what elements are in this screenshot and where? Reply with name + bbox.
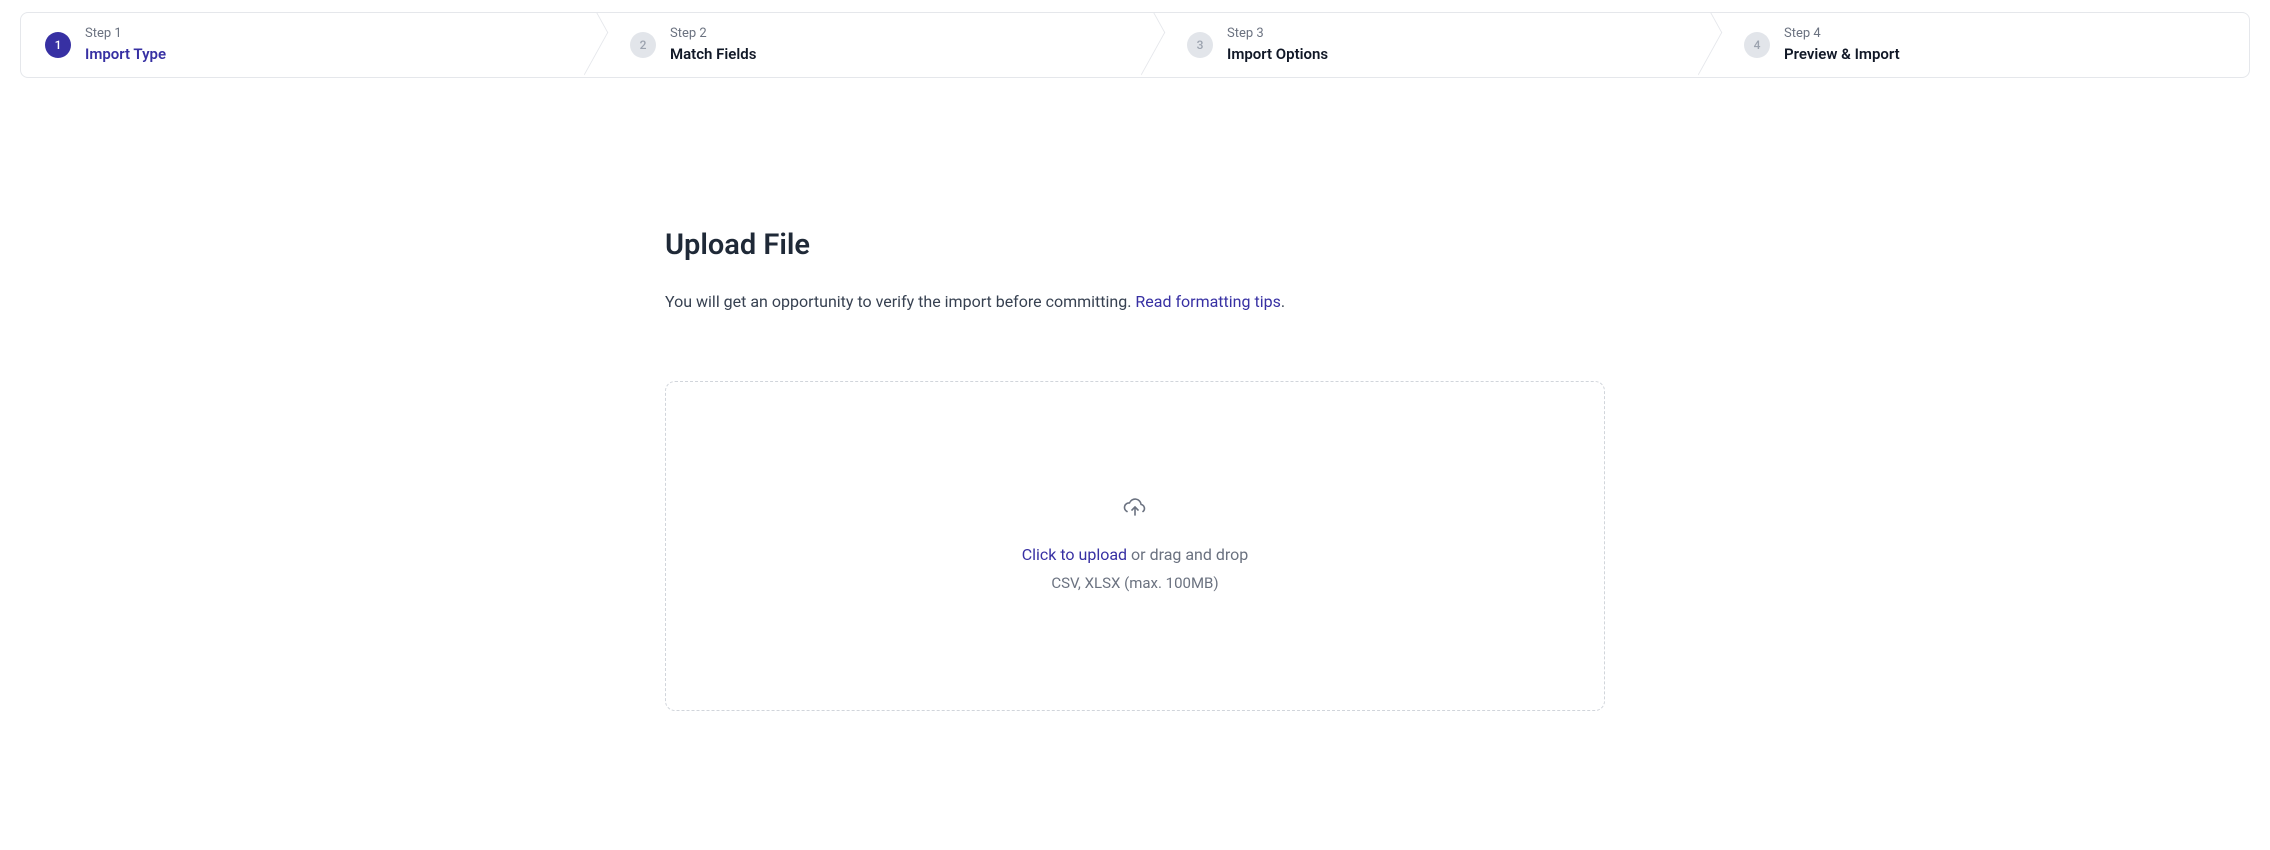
step-import-type[interactable]: 1 Step 1 Import Type — [21, 13, 578, 77]
step-overline: Step 1 — [85, 25, 166, 43]
page-title: Upload File — [665, 228, 1605, 262]
drag-drop-label: or drag and drop — [1127, 545, 1248, 564]
step-overline: Step 3 — [1227, 25, 1328, 43]
upload-cloud-icon — [1123, 495, 1147, 523]
import-stepper: 1 Step 1 Import Type 2 Step 2 Match Fiel… — [20, 12, 2250, 78]
main-content: Upload File You will get an opportunity … — [665, 228, 1605, 711]
step-import-options[interactable]: 3 Step 3 Import Options — [1135, 13, 1692, 77]
step-title: Match Fields — [670, 44, 756, 65]
page-description: You will get an opportunity to verify th… — [665, 292, 1605, 311]
step-overline: Step 4 — [1784, 25, 1900, 43]
step-match-fields[interactable]: 2 Step 2 Match Fields — [578, 13, 1135, 77]
description-text: You will get an opportunity to verify th… — [665, 292, 1135, 311]
step-number-badge: 3 — [1187, 32, 1213, 58]
step-title: Import Options — [1227, 44, 1328, 65]
click-to-upload-label: Click to upload — [1022, 545, 1127, 564]
step-number-badge: 4 — [1744, 32, 1770, 58]
step-number-badge: 1 — [45, 32, 71, 58]
step-overline: Step 2 — [670, 25, 756, 43]
file-type-hint: CSV, XLSX (max. 100MB) — [1022, 570, 1249, 597]
step-preview-import[interactable]: 4 Step 4 Preview & Import — [1692, 13, 2249, 77]
step-number-badge: 2 — [630, 32, 656, 58]
step-title: Import Type — [85, 44, 166, 65]
description-suffix: . — [1281, 292, 1285, 311]
file-dropzone[interactable]: Click to upload or drag and drop CSV, XL… — [665, 381, 1605, 711]
formatting-tips-link[interactable]: Read formatting tips — [1135, 292, 1280, 311]
step-title: Preview & Import — [1784, 44, 1900, 65]
